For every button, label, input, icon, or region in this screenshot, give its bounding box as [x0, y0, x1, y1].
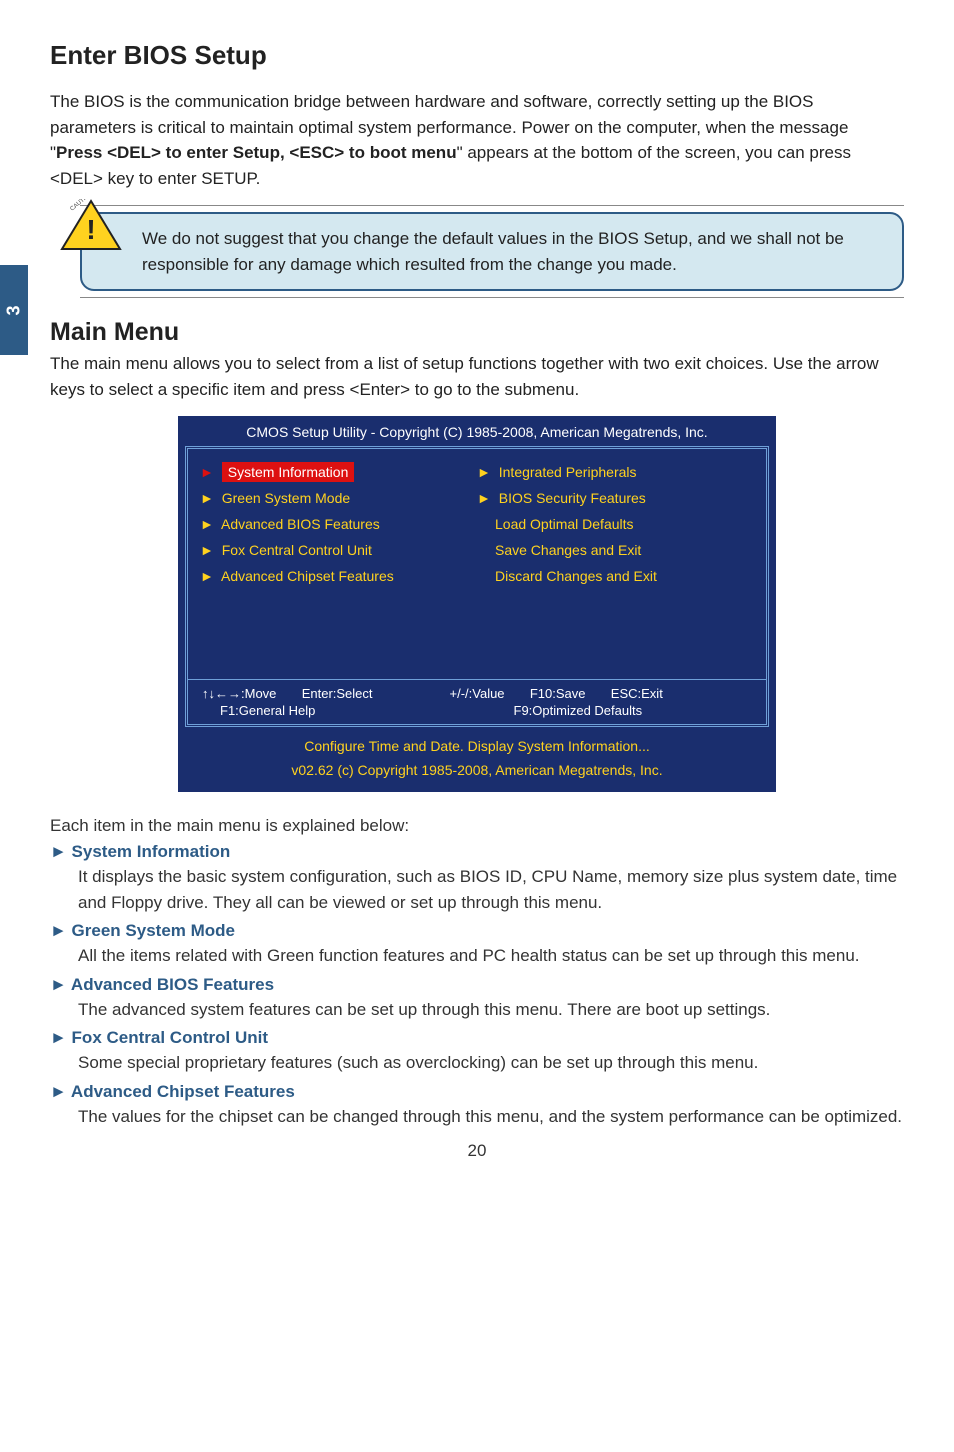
caution-callout: ! CAUTION We do not suggest that you cha… — [50, 205, 904, 298]
bios-item: ► Advanced BIOS Features — [200, 511, 477, 537]
subsection-title: Main Menu — [50, 318, 904, 347]
feature-title: ► Advanced Chipset Features — [50, 1082, 904, 1102]
nav-save: F10:Save — [530, 686, 586, 701]
nav-defaults: F9:Optimized Defaults — [514, 703, 643, 718]
side-tab: 3 — [0, 265, 28, 355]
bios-item: Save Changes and Exit — [477, 537, 754, 563]
bios-left-column: ► System Information ► Green System Mode… — [200, 459, 477, 659]
main-menu-description: The main menu allows you to select from … — [50, 351, 904, 402]
bios-nav-help: ↑↓←→:Move Enter:Select F1:General Help +… — [188, 679, 766, 724]
page-title: Enter BIOS Setup — [50, 40, 904, 71]
caution-icon: ! CAUTION — [60, 199, 122, 253]
bios-screenshot: CMOS Setup Utility - Copyright (C) 1985-… — [178, 416, 776, 792]
nav-help: F1:General Help — [220, 703, 315, 718]
intro-text-bold: Press <DEL> to enter Setup, <ESC> to boo… — [56, 143, 457, 162]
bios-footer-line1: Configure Time and Date. Display System … — [182, 738, 772, 754]
bios-title: CMOS Setup Utility - Copyright (C) 1985-… — [182, 420, 772, 446]
bios-item: ► Fox Central Control Unit — [200, 537, 477, 563]
bios-item: ► Integrated Peripherals — [477, 459, 754, 485]
feature-body: The values for the chipset can be change… — [78, 1104, 904, 1130]
bios-item: ► Advanced Chipset Features — [200, 563, 477, 589]
feature-title: ► Advanced BIOS Features — [50, 975, 904, 995]
side-tab-label: 3 — [3, 305, 24, 315]
bios-item-selected: ► System Information — [200, 459, 477, 485]
caution-text: We do not suggest that you change the de… — [80, 212, 904, 291]
nav-exit: ESC:Exit — [611, 686, 663, 701]
feature-title: ► System Information — [50, 842, 904, 862]
bios-item: ► BIOS Security Features — [477, 485, 754, 511]
nav-select: Enter:Select — [302, 686, 373, 701]
feature-list: ► System Information It displays the bas… — [50, 842, 904, 1129]
bios-item: ► Green System Mode — [200, 485, 477, 511]
page-number: 20 — [50, 1141, 904, 1161]
bios-item: Discard Changes and Exit — [477, 563, 754, 589]
nav-value: +/-/:Value — [450, 686, 505, 701]
bios-right-column: ► Integrated Peripherals ► BIOS Security… — [477, 459, 754, 659]
bios-footer: Configure Time and Date. Display System … — [182, 730, 772, 788]
nav-move: ↑↓←→:Move — [202, 686, 276, 701]
feature-title: ► Green System Mode — [50, 921, 904, 941]
feature-body: All the items related with Green functio… — [78, 943, 904, 969]
intro-paragraph: The BIOS is the communication bridge bet… — [50, 89, 904, 191]
feature-title: ► Fox Central Control Unit — [50, 1028, 904, 1048]
bios-footer-line2: v02.62 (c) Copyright 1985-2008, American… — [182, 762, 772, 778]
svg-text:!: ! — [86, 214, 95, 245]
feature-body: It displays the basic system configurati… — [78, 864, 904, 915]
bios-item: Load Optimal Defaults — [477, 511, 754, 537]
explain-heading: Each item in the main menu is explained … — [50, 816, 904, 836]
feature-body: Some special proprietary features (such … — [78, 1050, 904, 1076]
feature-body: The advanced system features can be set … — [78, 997, 904, 1023]
